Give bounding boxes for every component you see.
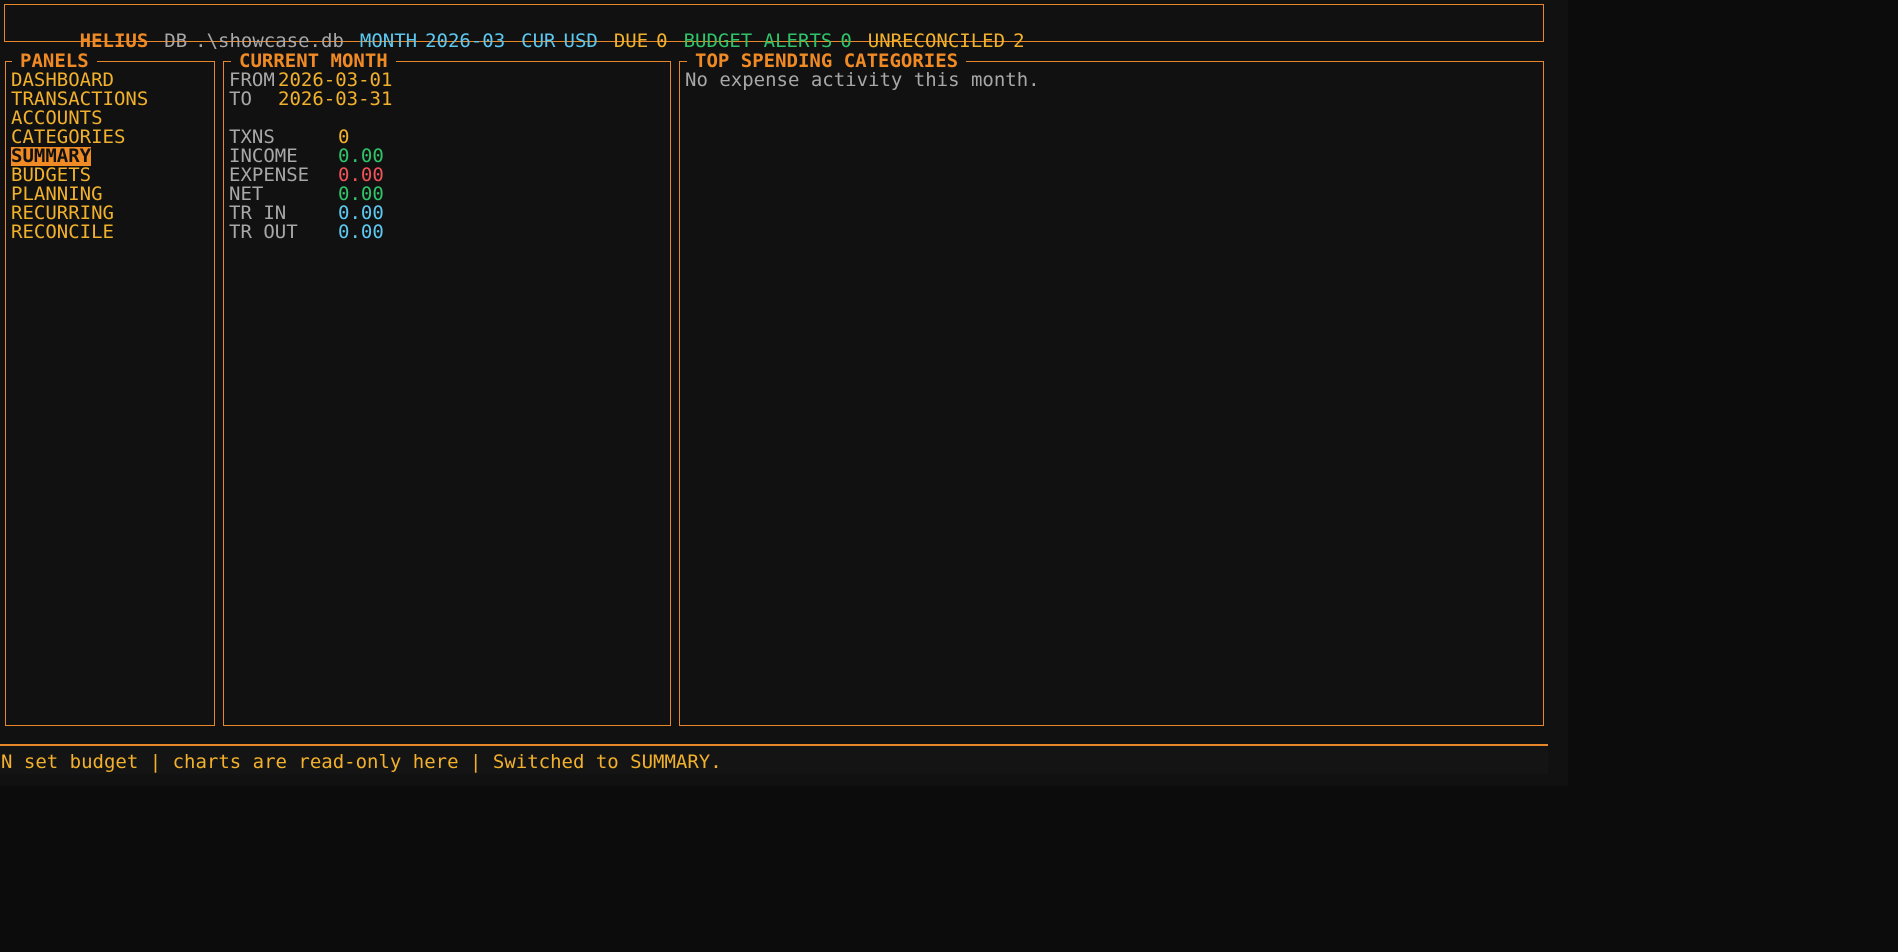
app-name: HELIUS: [79, 30, 149, 52]
to-value: 2026-03-31: [278, 88, 393, 110]
top-spending-panel: TOP SPENDING CATEGORIES No expense activ…: [679, 50, 1544, 726]
sidebar-item-reconcile[interactable]: RECONCILE: [11, 223, 114, 242]
db-label: DB: [164, 30, 188, 52]
budget-alerts-value: 0: [840, 30, 852, 52]
terminal-screen: HELIUS DB .\showcase.db MONTH 2026-03 CUR USD D…: [0, 0, 1568, 786]
to-label: TO: [229, 88, 252, 110]
current-month-panel: CURRENT MONTH FROM 2026-03-01 TO 2026-03…: [223, 50, 671, 726]
status-bar: N set budget | charts are read-only here…: [0, 744, 1548, 774]
panels-sidebar: PANELS DASHBOARD TRANSACTIONS ACCOUNTS C…: [5, 50, 215, 726]
budget-alerts-label: BUDGET ALERTS: [683, 30, 833, 52]
unreconciled-label: UNRECONCILED: [867, 30, 1006, 52]
stat-tr-out-label: TR OUT: [229, 221, 298, 243]
empty-message: No expense activity this month.: [685, 69, 1040, 91]
currency-label: CUR: [521, 30, 556, 52]
due-label: DUE: [613, 30, 649, 52]
header-bar: HELIUS DB .\showcase.db MONTH 2026-03 CUR USD D…: [4, 4, 1544, 51]
month-value: 2026-03: [425, 30, 506, 52]
month-label: MONTH: [359, 30, 418, 52]
stat-tr-out-value: 0.00: [338, 221, 384, 243]
currency-value: USD: [563, 30, 598, 52]
db-path: .\showcase.db: [195, 30, 344, 52]
status-text: N set budget | charts are read-only here…: [1, 751, 722, 773]
due-value: 0: [656, 30, 668, 52]
unreconciled-value: 2: [1013, 30, 1025, 52]
